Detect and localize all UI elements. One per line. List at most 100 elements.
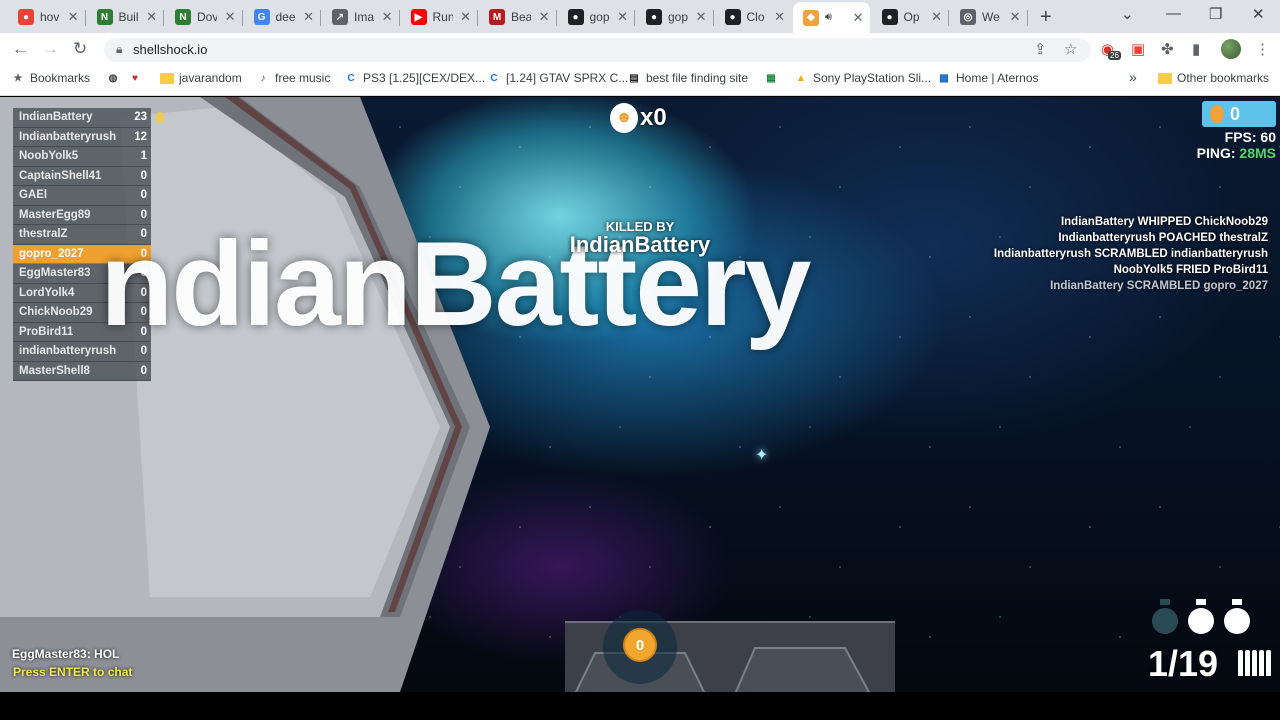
tab-close-icon[interactable]: ✕	[696, 9, 707, 25]
tab-separator	[555, 10, 557, 26]
address-bar[interactable]	[104, 38, 1091, 62]
browser-tab[interactable]: ◆ 🔊︎ ✕	[793, 2, 870, 33]
share-icon[interactable]: ⇪	[1034, 40, 1047, 58]
tab-search-icon[interactable]: ⌄	[1121, 5, 1134, 23]
star-list-icon: ★	[13, 72, 23, 84]
browser-tab[interactable]: ● hov ✕	[8, 4, 85, 30]
browser-tab[interactable]: ● Clo ✕	[715, 4, 792, 30]
folder-icon	[1158, 72, 1172, 84]
tab-separator	[320, 10, 321, 26]
browser-tab[interactable]: ● gop ✕	[558, 4, 635, 30]
bookmark-item[interactable]: javarandom	[160, 71, 242, 85]
browser-tab[interactable]: Gdee ✕	[244, 4, 321, 30]
other-bookmarks-label: Other bookmarks	[1177, 71, 1270, 85]
leader-egg-icon	[156, 112, 164, 123]
tab-separator	[948, 10, 949, 26]
bookmark-item[interactable]: ★ Bookmarks	[11, 71, 91, 85]
tab-close-icon[interactable]: ✕	[68, 9, 79, 25]
url-text[interactable]: shellshock.io	[133, 42, 207, 57]
chat-prompt[interactable]: Press ENTER to chat	[13, 665, 132, 679]
bookmark-item[interactable]: ▤ best file finding site	[627, 71, 748, 85]
browser-tab[interactable]: ● gop ✕	[636, 4, 713, 30]
scoreboard-row: GAEl 0	[13, 186, 151, 206]
tab-title: We	[982, 10, 1000, 24]
browser-tab[interactable]: ● Op ✕	[872, 4, 949, 30]
reload-icon[interactable]: ↻	[73, 39, 87, 59]
browser-tab[interactable]: ↗ Ima ✕	[322, 4, 399, 30]
tab-close-icon[interactable]: ✕	[382, 9, 393, 25]
tab-close-icon[interactable]: ✕	[225, 9, 236, 25]
bookmark-star-icon[interactable]: ☆	[1064, 40, 1077, 58]
browser-tab[interactable]: ▶ Run ✕	[401, 4, 478, 30]
minimize-icon[interactable]: —	[1166, 5, 1181, 22]
scoreboard-row: CaptainShell41 0	[13, 166, 151, 186]
scoreboard-row: IndianBattery 23	[13, 108, 151, 128]
site-icon: ▤	[629, 72, 639, 84]
tab-audio-icon[interactable]: 🔊︎	[825, 11, 832, 24]
tab-favicon-icon: ●	[646, 9, 662, 25]
tab-close-icon[interactable]: ✕	[460, 9, 471, 25]
bookmark-item[interactable]: C PS3 [1.25][CEX/DEX...	[344, 71, 485, 85]
grenade-icon	[1224, 599, 1250, 634]
tab-title: gop	[668, 10, 688, 24]
sidebar-icon[interactable]: ▮	[1192, 40, 1200, 58]
lock-icon[interactable]: 🔒︎	[116, 42, 122, 57]
menu-icon[interactable]: ⋮	[1255, 40, 1270, 58]
screen: ● hov ✕ N Buil ✕ N Dov ✕ Gdee ✕ ↗ Ima ✕ ▶ Run ✕ M Bea ✕ ● gop…	[0, 0, 1280, 720]
player-name: GAEl	[19, 189, 48, 202]
bookmarks-overflow-icon[interactable]: »	[1129, 69, 1137, 85]
bookmark-item[interactable]: ♪ free music	[256, 71, 331, 85]
browser-tab[interactable]: N Buil ✕	[87, 4, 164, 30]
bookmark-item[interactable]: ♥	[128, 71, 142, 85]
bookmark-label: javarandom	[179, 71, 242, 85]
other-bookmarks[interactable]: Other bookmarks	[1158, 71, 1269, 85]
browser-tab[interactable]: N Dov ✕	[165, 4, 242, 30]
player-name: IndianBattery	[19, 111, 93, 124]
grenade-empty-icon	[1152, 599, 1178, 634]
tab-close-icon[interactable]: ✕	[617, 9, 628, 25]
bookmark-item[interactable]: ◍	[106, 71, 120, 85]
tab-title: gop	[589, 10, 610, 24]
tab-close-icon[interactable]: ✕	[146, 9, 157, 25]
browser-tab[interactable]: ◎ We ✕	[950, 4, 1027, 30]
window-close-icon[interactable]: ✕	[1252, 5, 1265, 23]
profile-avatar[interactable]	[1221, 39, 1241, 59]
scoreboard-row: NoobYolk5 1	[13, 147, 151, 167]
bookmark-item[interactable]: C [1.24] GTAV SPRX C...	[487, 71, 628, 85]
bookmark-label: [1.24] GTAV SPRX C...	[506, 71, 629, 85]
egg-currency: 0	[1202, 101, 1276, 127]
extension-2-icon[interactable]: ▣	[1131, 40, 1145, 58]
puzzle-icon[interactable]: ✤	[1161, 40, 1174, 58]
tab-close-icon[interactable]: ✕	[303, 9, 314, 25]
forward-icon[interactable]: →	[42, 39, 59, 59]
game-viewport[interactable]: ✦ IndianBattery 23 Indianbatteryrush 12 Noob…	[0, 97, 1280, 692]
folder-icon	[160, 72, 174, 84]
ping-label: PING:	[1196, 145, 1236, 161]
tab-title: Ima	[354, 10, 374, 24]
tab-close-icon[interactable]: ✕	[539, 9, 550, 25]
tab-favicon-icon: G	[253, 9, 270, 25]
bookmark-item[interactable]: ▲ Sony PlayStation Sli...	[794, 71, 931, 85]
tab-title: Dov	[197, 10, 217, 24]
scoreboard-row: Indianbatteryrush 12	[13, 127, 151, 147]
tab-separator	[712, 10, 714, 26]
tab-close-icon[interactable]: ✕	[931, 9, 942, 25]
tab-close-icon[interactable]: ✕	[774, 9, 785, 25]
tab-close-icon[interactable]: ✕	[1010, 9, 1021, 25]
bookmark-label: PS3 [1.25][CEX/DEX...	[363, 71, 486, 85]
bright-star: ✦	[755, 447, 769, 464]
tab-favicon-icon: ●	[18, 9, 34, 25]
tab-favicon-icon: N	[175, 9, 191, 25]
bookmark-item[interactable]: ▦	[764, 71, 778, 85]
bookmark-item[interactable]: ▩ Home | Aternos	[937, 71, 1038, 85]
new-tab-icon[interactable]: +	[1040, 6, 1052, 29]
back-icon[interactable]: ←	[12, 39, 29, 59]
tab-separator	[477, 10, 478, 26]
egg-icon	[1210, 105, 1224, 123]
tab-close-icon[interactable]: ✕	[853, 10, 864, 26]
browser-tab[interactable]: M Bea ✕	[479, 4, 556, 30]
restore-icon[interactable]: ❐	[1209, 5, 1222, 23]
bookmarks-bar: ★ Bookmarks ◍ ♥ javarandom ♪ free music C PS3 [1…	[0, 66, 1280, 96]
bookmark-label: best file finding site	[646, 71, 749, 85]
tab-title: hov	[40, 10, 60, 24]
